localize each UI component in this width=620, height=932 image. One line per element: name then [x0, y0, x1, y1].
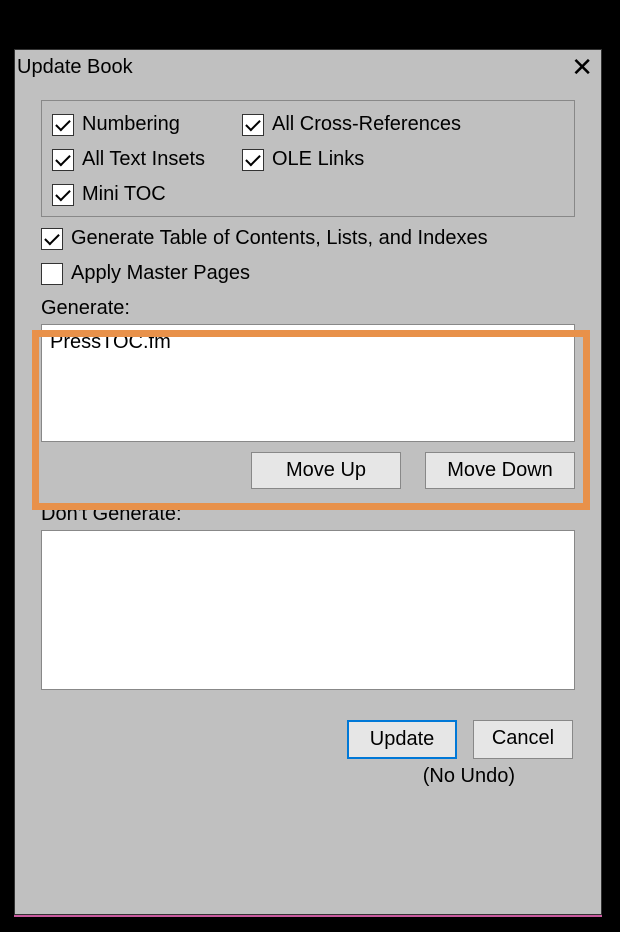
- dialog-content: Numbering All Cross-References All Text …: [15, 84, 601, 788]
- checkbox-label: Generate Table of Contents, Lists, and I…: [71, 227, 488, 250]
- generate-listbox[interactable]: PressTOC.fm: [41, 324, 575, 442]
- titlebar: Update Book ✕: [15, 50, 601, 84]
- dont-generate-label: Don't Generate:: [41, 503, 575, 526]
- no-undo-label: (No Undo): [41, 765, 575, 788]
- checkbox-icon: [41, 228, 63, 250]
- dont-generate-listbox[interactable]: [41, 530, 575, 690]
- checkbox-icon: [41, 263, 63, 285]
- ole-links-check[interactable]: OLE Links: [242, 148, 564, 171]
- checkbox-icon: [52, 184, 74, 206]
- update-book-dialog: Update Book ✕ Numbering All Cross-Refere…: [14, 49, 602, 915]
- checkbox-icon: [52, 149, 74, 171]
- checkbox-icon: [52, 114, 74, 136]
- update-button[interactable]: Update: [347, 720, 457, 759]
- bottom-border: [14, 915, 602, 917]
- cancel-button[interactable]: Cancel: [473, 720, 573, 759]
- options-grid: Numbering All Cross-References All Text …: [52, 113, 564, 206]
- options-group: Numbering All Cross-References All Text …: [41, 100, 575, 217]
- generate-toc-check[interactable]: Generate Table of Contents, Lists, and I…: [41, 227, 575, 250]
- move-up-button[interactable]: Move Up: [251, 452, 401, 489]
- checkbox-label: Mini TOC: [82, 183, 166, 206]
- dialog-title: Update Book: [17, 56, 133, 79]
- checkbox-label: Numbering: [82, 113, 180, 136]
- mini-toc-check[interactable]: Mini TOC: [52, 183, 242, 206]
- footer-buttons: Update Cancel: [41, 720, 575, 759]
- all-cross-refs-check[interactable]: All Cross-References: [242, 113, 564, 136]
- close-icon[interactable]: ✕: [565, 54, 599, 80]
- checkbox-label: Apply Master Pages: [71, 262, 250, 285]
- list-item[interactable]: PressTOC.fm: [50, 331, 566, 354]
- apply-master-check[interactable]: Apply Master Pages: [41, 262, 575, 285]
- checkbox-label: All Text Insets: [82, 148, 205, 171]
- checkbox-icon: [242, 149, 264, 171]
- checkbox-label: All Cross-References: [272, 113, 461, 136]
- move-buttons-row: Move Up Move Down: [41, 452, 575, 489]
- all-text-insets-check[interactable]: All Text Insets: [52, 148, 242, 171]
- move-down-button[interactable]: Move Down: [425, 452, 575, 489]
- generate-label: Generate:: [41, 297, 575, 320]
- numbering-check[interactable]: Numbering: [52, 113, 242, 136]
- checkbox-icon: [242, 114, 264, 136]
- checkbox-label: OLE Links: [272, 148, 364, 171]
